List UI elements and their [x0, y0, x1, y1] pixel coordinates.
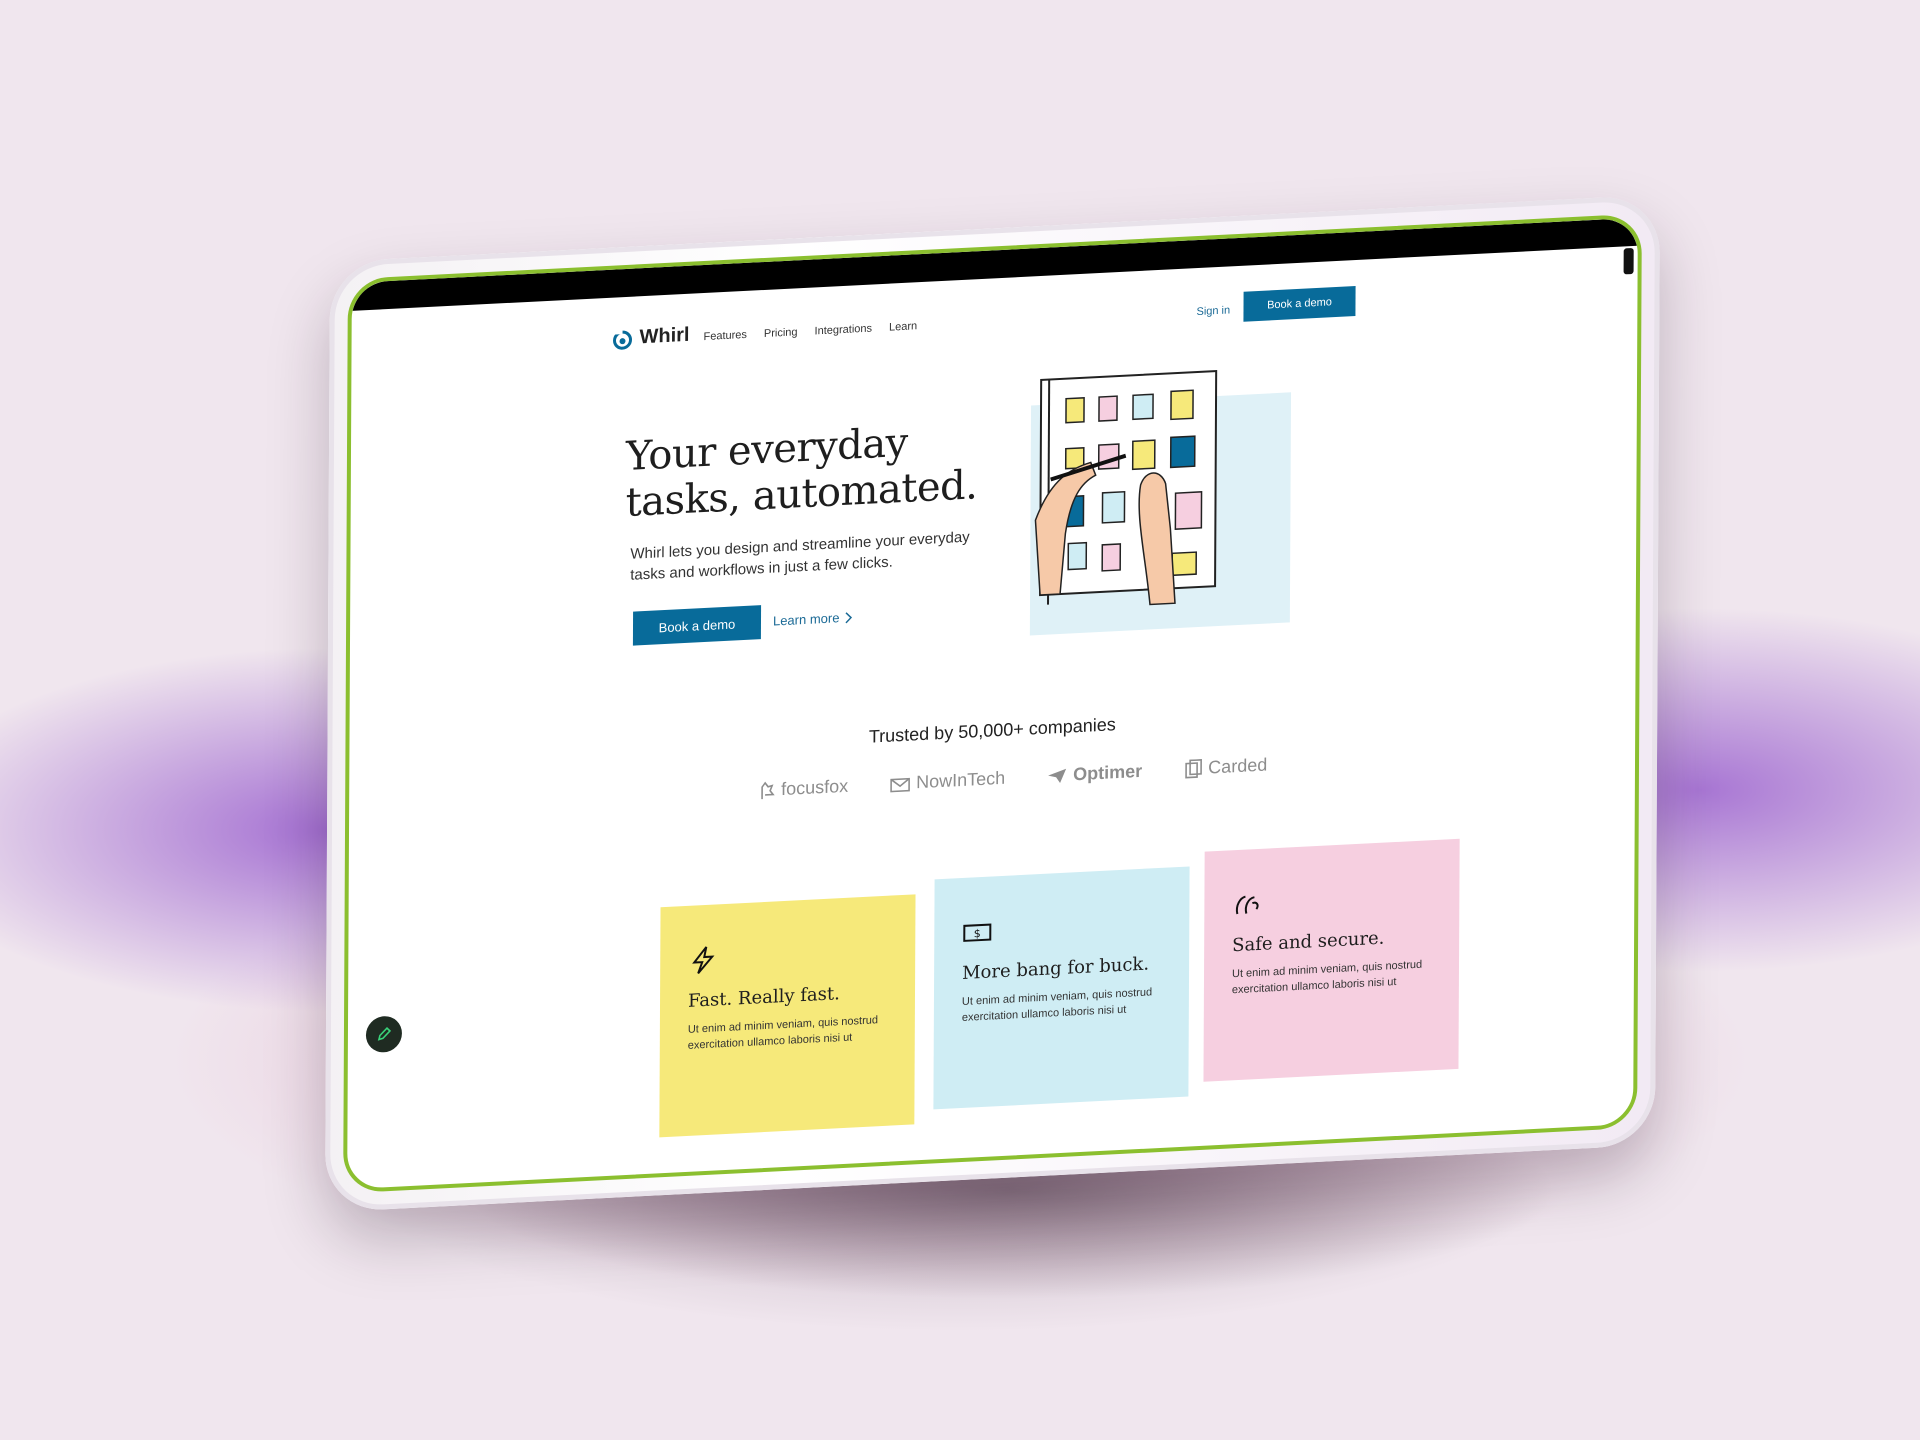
hero-subtitle: Whirl lets you design and streamline you… — [630, 528, 970, 584]
nav-link-integrations[interactable]: Integrations — [815, 323, 873, 338]
sign-in-link[interactable]: Sign in — [1196, 304, 1230, 318]
hands-icon — [1235, 895, 1259, 915]
feature-card-value: $ More bang for buck. Ut enim ad minim v… — [933, 866, 1190, 1110]
hero-book-demo-button[interactable]: Book a demo — [632, 605, 762, 646]
whirl-logo[interactable]: Whirl — [611, 323, 690, 351]
learn-more-link[interactable]: Learn more — [772, 609, 854, 629]
pencil-icon — [377, 1026, 392, 1041]
company-logos: focusfox NowInTech Optimer Carded — [759, 755, 1267, 802]
feature-card-secure: Safe and secure. Ut enim ad minim veniam… — [1203, 838, 1460, 1082]
company-logo-carded: Carded — [1184, 755, 1267, 780]
nav-book-demo-button[interactable]: Book a demo — [1243, 286, 1356, 322]
lightning-icon — [692, 946, 715, 974]
feature-title: Fast. Really fast. — [687, 983, 840, 1012]
company-logo-optimer: Optimer — [1047, 761, 1142, 787]
nav-links: Features Pricing Integrations Learn — [703, 320, 917, 343]
feature-title: Safe and secure. — [1232, 927, 1385, 957]
company-logo-nowintech: NowInTech — [890, 768, 1005, 795]
company-name: focusfox — [781, 775, 849, 800]
feature-text: Ut enim ad minim veniam, quis nostrud ex… — [1231, 958, 1423, 997]
company-logo-focusfox: focusfox — [759, 776, 848, 802]
company-name: NowInTech — [916, 767, 1006, 793]
tablet-screen: Whirl Features Pricing Integrations Lear… — [343, 213, 1642, 1194]
feature-text: Ut enim ad minim veniam, quis nostrud ex… — [687, 1014, 879, 1052]
tablet-device: Whirl Features Pricing Integrations Lear… — [325, 194, 1660, 1213]
brand-name: Whirl — [639, 323, 690, 349]
sticky-notes-illustration — [1029, 370, 1292, 636]
chevron-right-icon — [845, 611, 853, 623]
learn-more-label: Learn more — [772, 610, 840, 629]
feature-title: More bang for buck. — [962, 953, 1150, 984]
fox-icon — [761, 781, 775, 799]
nav-link-pricing[interactable]: Pricing — [764, 326, 798, 340]
cards-icon — [1185, 758, 1203, 778]
company-name: Carded — [1208, 754, 1268, 778]
feature-card-fast: Fast. Really fast. Ut enim ad minim veni… — [659, 894, 916, 1138]
nav-link-learn[interactable]: Learn — [889, 320, 917, 333]
whirl-logo-icon — [613, 329, 633, 350]
trusted-heading: Trusted by 50,000+ companies — [868, 714, 1116, 747]
feature-text: Ut enim ad minim veniam, quis nostrud ex… — [961, 986, 1153, 1024]
paper-plane-icon — [1048, 768, 1067, 783]
edit-floating-button[interactable] — [365, 1015, 403, 1054]
money-icon: $ — [963, 923, 992, 942]
nav-link-features[interactable]: Features — [703, 329, 746, 343]
envelope-icon — [890, 777, 910, 792]
hero-title: Your everyday tasks, automated. — [626, 413, 1046, 526]
company-name: Optimer — [1073, 760, 1143, 785]
svg-text:$: $ — [974, 927, 981, 940]
